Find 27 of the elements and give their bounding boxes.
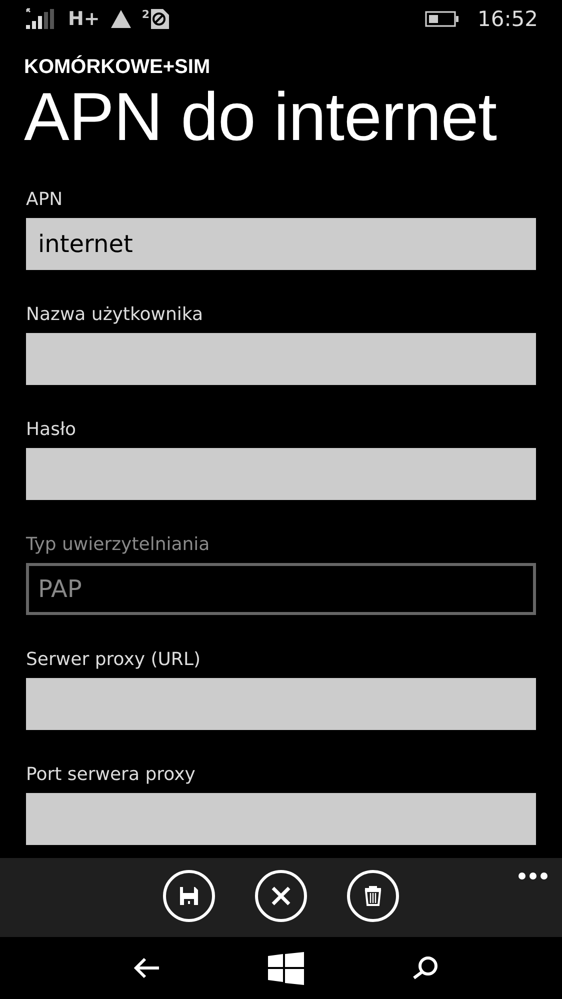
cancel-button[interactable] — [255, 870, 307, 922]
input-field[interactable] — [26, 678, 536, 730]
sim-number: 2 — [142, 8, 150, 21]
network-type: H+ — [68, 8, 100, 30]
delete-button[interactable] — [347, 870, 399, 922]
section-title: KOMÓRKOWE+SIM — [24, 56, 212, 79]
sim-blocked-icon — [150, 8, 170, 30]
field-label: APN — [26, 189, 64, 210]
field-label: Typ uwierzytelniania — [26, 534, 211, 555]
windows-logo-icon[interactable] — [268, 952, 304, 984]
input-field[interactable]: internet — [26, 218, 536, 270]
more-icon[interactable] — [518, 872, 548, 880]
field-label: Port serwera proxy — [26, 764, 196, 785]
input-field[interactable] — [26, 448, 536, 500]
input-field[interactable] — [26, 793, 536, 845]
save-button[interactable] — [163, 870, 215, 922]
search-icon[interactable] — [410, 956, 439, 980]
field-label: Serwer proxy (URL) — [26, 649, 202, 670]
triangle-icon — [110, 9, 132, 29]
field-label: Nazwa użytkownika — [26, 304, 204, 325]
field-label: Hasło — [26, 419, 78, 440]
page-title: APN do internet — [24, 78, 498, 157]
back-icon[interactable] — [133, 956, 162, 980]
clock: 16:52 — [477, 7, 538, 31]
close-icon — [269, 884, 293, 908]
input-field[interactable] — [26, 333, 536, 385]
battery-icon — [425, 11, 460, 27]
